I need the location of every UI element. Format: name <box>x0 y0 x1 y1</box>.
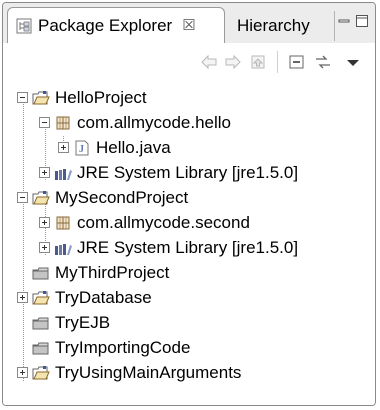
tree-item-label: TryUsingMainArguments <box>55 362 242 382</box>
tab-package-explorer[interactable]: Package Explorer ☒ <box>7 7 225 43</box>
tree-item-label: TryDatabase <box>55 287 152 307</box>
link-with-editor-icon[interactable] <box>313 53 333 71</box>
tree-item-mythirdproject[interactable]: MyThirdProject <box>17 260 169 285</box>
closed-project-icon <box>32 265 50 281</box>
tree-item-tryejb[interactable]: TryEJB <box>17 310 110 335</box>
view-menu-icon[interactable] <box>343 53 363 71</box>
go-up-icon[interactable] <box>249 53 269 71</box>
minimize-icon[interactable] <box>337 13 351 27</box>
expand-toggle-icon[interactable] <box>17 292 28 303</box>
svg-text:J: J <box>79 144 84 155</box>
expand-toggle-icon[interactable] <box>39 167 50 178</box>
project-folder-icon <box>32 190 50 206</box>
library-icon <box>54 240 72 256</box>
tree-item-tryusingmainarguments[interactable]: TryUsingMainArguments <box>17 360 241 385</box>
tree-item-label: MySecondProject <box>55 187 189 207</box>
package-explorer-icon <box>16 18 32 34</box>
tree-item-second-jre[interactable]: JRE System Library [jre1.5.0] <box>39 235 298 260</box>
tree-item-label: Hello.java <box>96 137 171 157</box>
collapse-toggle-icon[interactable] <box>17 192 28 203</box>
tab-label: Hierarchy <box>237 16 310 35</box>
tree-item-label: HelloProject <box>55 87 147 107</box>
expand-toggle-icon[interactable] <box>39 217 50 228</box>
view-toolbar <box>3 43 375 81</box>
package-icon <box>54 115 72 131</box>
tab-hierarchy[interactable]: Hierarchy <box>229 11 335 41</box>
tree-item-hello-jre[interactable]: JRE System Library [jre1.5.0] <box>39 160 298 185</box>
package-explorer-view: Package Explorer ☒ Hierarchy HelloProjec… <box>2 2 376 406</box>
tree-item-tryimportingcode[interactable]: TryImportingCode <box>17 335 190 360</box>
forward-arrow-icon[interactable] <box>223 53 243 71</box>
tree-item-trydatabase[interactable]: TryDatabase <box>17 285 152 310</box>
project-folder-icon <box>32 290 50 306</box>
tree-item-label: JRE System Library [jre1.5.0] <box>77 237 299 257</box>
project-folder-icon <box>32 90 50 106</box>
expand-toggle-icon[interactable] <box>39 242 50 253</box>
close-tab-icon[interactable]: ☒ <box>182 18 195 33</box>
tab-label: Package Explorer <box>38 15 173 35</box>
closed-project-icon <box>32 340 50 356</box>
project-tree: HelloProject com.allmycode.hello J Hello… <box>3 81 375 405</box>
view-tab-strip: Package Explorer ☒ Hierarchy <box>3 3 375 44</box>
maximize-icon[interactable] <box>355 13 369 27</box>
back-arrow-icon[interactable] <box>199 53 219 71</box>
collapse-all-icon[interactable] <box>287 53 307 71</box>
collapse-toggle-icon[interactable] <box>39 117 50 128</box>
view-window-controls <box>337 13 369 27</box>
tree-item-helloproject[interactable]: HelloProject <box>17 85 147 110</box>
tree-item-label: MyThirdProject <box>55 262 170 282</box>
closed-project-icon <box>32 315 50 331</box>
toolbar-separator <box>277 51 278 73</box>
collapse-toggle-icon[interactable] <box>17 92 28 103</box>
expand-toggle-icon[interactable] <box>17 367 28 378</box>
java-file-icon: J <box>73 140 91 156</box>
tree-item-label: TryEJB <box>55 312 111 332</box>
tree-item-hello-package[interactable]: com.allmycode.hello <box>39 110 231 135</box>
tree-item-label: com.allmycode.hello <box>77 112 232 132</box>
project-folder-icon <box>32 365 50 381</box>
package-icon <box>54 215 72 231</box>
tree-item-label: JRE System Library [jre1.5.0] <box>77 162 299 182</box>
tree-item-mysecondproject[interactable]: MySecondProject <box>17 185 188 210</box>
tree-item-second-package[interactable]: com.allmycode.second <box>39 210 250 235</box>
tree-item-label: com.allmycode.second <box>77 212 250 232</box>
library-icon <box>54 165 72 181</box>
tree-item-label: TryImportingCode <box>55 337 191 357</box>
expand-toggle-icon[interactable] <box>58 142 69 153</box>
tree-item-hello-java[interactable]: J Hello.java <box>58 135 171 160</box>
